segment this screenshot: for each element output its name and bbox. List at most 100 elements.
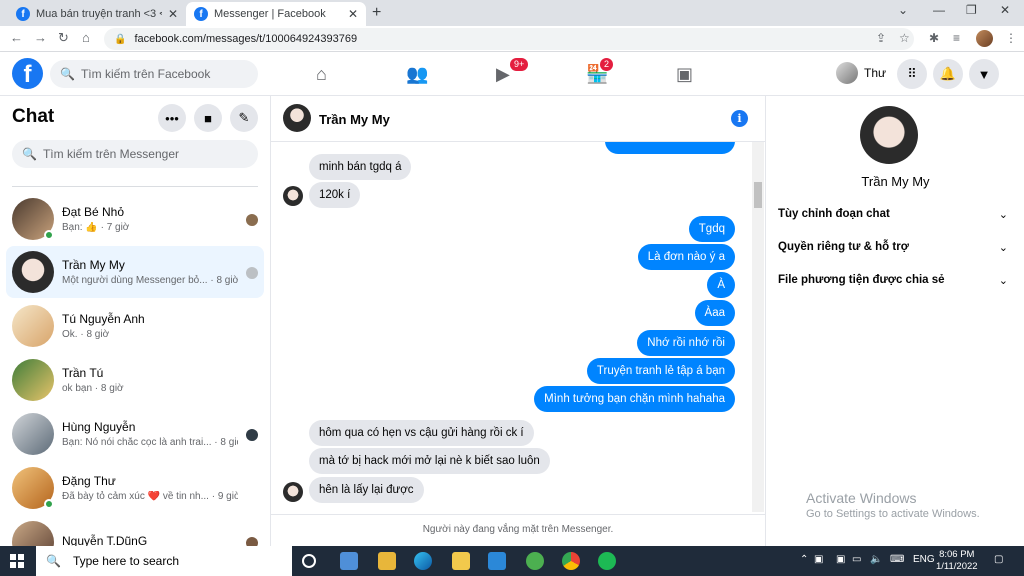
url-input[interactable]: 🔒 facebook.com/messages/t/10006492439376… xyxy=(104,28,914,50)
browser-tab-2[interactable]: f Messenger | Facebook ✕ xyxy=(186,2,366,26)
taskbar-search-input[interactable]: 🔍 Type here to search xyxy=(36,546,292,576)
contact-name[interactable]: Trần My My xyxy=(319,112,390,127)
back-icon[interactable]: ← xyxy=(10,30,23,45)
home-nav-icon[interactable]: ⌂ xyxy=(316,64,327,85)
avatar xyxy=(836,62,858,84)
volume-icon[interactable]: 🔈 xyxy=(870,554,882,565)
new-room-button[interactable]: ■ xyxy=(194,104,222,132)
file-explorer-icon[interactable] xyxy=(452,552,470,570)
section-customize-chat[interactable]: Tùy chỉnh đoạn chat ⌄ xyxy=(778,208,1008,221)
tray-app-icon[interactable]: ▣ xyxy=(836,554,845,565)
facebook-search-input[interactable]: 🔍 Tìm kiếm trên Facebook xyxy=(50,60,258,88)
menu-dots-icon[interactable]: ⋮ xyxy=(1005,31,1017,45)
home-icon[interactable]: ⌂ xyxy=(82,30,90,45)
tab-title: Mua bán truyện tranh <3 <3 <3 xyxy=(36,8,162,20)
menu-grid-button[interactable]: ⠿ xyxy=(897,59,927,89)
minimize-icon[interactable]: — xyxy=(933,3,945,17)
notifications-button[interactable]: 🔔 xyxy=(933,59,963,89)
conversation-item[interactable]: Đạt Bé Nhỏ Bạn: 👍 · 7 giờ xyxy=(6,193,264,245)
edge-icon[interactable] xyxy=(414,552,432,570)
reading-list-icon[interactable]: ≡ xyxy=(953,31,960,45)
conversation-item[interactable]: Trần Tú ok bạn · 8 giờ xyxy=(6,354,264,406)
avatar xyxy=(12,251,54,293)
search-icon: 🔍 xyxy=(60,67,75,81)
app-icon[interactable] xyxy=(526,552,544,570)
avatar xyxy=(12,305,54,347)
section-label: Quyền riêng tư & hỗ trợ xyxy=(778,241,909,253)
seen-avatar xyxy=(246,429,258,441)
message-bubble: À xyxy=(707,272,735,298)
scrollbar[interactable] xyxy=(752,142,764,512)
date: 1/11/2022 xyxy=(936,561,978,572)
share-icon[interactable]: ⇪ xyxy=(876,31,886,45)
search-placeholder: Type here to search xyxy=(72,554,180,568)
tray-app-icon[interactable]: ▣ xyxy=(814,554,823,565)
watermark-title: Activate Windows xyxy=(806,490,917,506)
profile-avatar[interactable] xyxy=(976,30,993,47)
app-icon[interactable] xyxy=(378,552,396,570)
network-icon[interactable]: ▭ xyxy=(852,554,861,565)
conversation-name: Nguyễn T.DũnG xyxy=(62,533,148,547)
bookmark-star-icon[interactable]: ☆ xyxy=(899,31,910,45)
message-list: minh bán tgdq á 120k í Tgdq Là đơn nào ý… xyxy=(271,142,765,512)
new-tab-icon[interactable]: + xyxy=(372,4,381,22)
tray-chevron-icon[interactable]: ⌃ xyxy=(800,554,808,565)
conversation-header: Trần My My i xyxy=(271,96,765,142)
avatar xyxy=(283,186,303,206)
new-message-button[interactable]: ✎ xyxy=(230,104,258,132)
browser-tab-1[interactable]: f Mua bán truyện tranh <3 <3 <3 ✕ xyxy=(8,2,186,26)
info-icon[interactable]: i xyxy=(731,110,748,127)
avatar[interactable] xyxy=(283,104,311,132)
message-bubble: hên là lấy lại được xyxy=(309,477,424,503)
language-indicator[interactable]: ENG xyxy=(913,554,935,565)
store-icon[interactable] xyxy=(488,552,506,570)
conversation-name: Hùng Nguyễn xyxy=(62,420,136,434)
chevron-down-icon: ⌄ xyxy=(998,242,1008,254)
facebook-header: f 🔍 Tìm kiếm trên Facebook ⌂ 👥 ▶ 9+ 🏪 2 … xyxy=(0,52,1024,96)
conversation-name: Trần Tú xyxy=(62,366,104,380)
conversation-preview: Bạn: 👍 · 7 giờ xyxy=(62,222,130,233)
message-bubble: Mình tưởng bạn chặn mình hahaha xyxy=(534,386,735,412)
online-indicator xyxy=(44,230,54,240)
messenger-search-input[interactable]: 🔍 Tìm kiếm trên Messenger xyxy=(12,140,258,168)
watch-badge: 9+ xyxy=(510,58,529,71)
avatar xyxy=(12,521,54,546)
avatar[interactable] xyxy=(860,106,918,164)
close-tab-icon[interactable]: ✕ xyxy=(348,7,358,21)
message-bubble: Àaa xyxy=(694,300,735,326)
conversation-item[interactable]: Trần My My Một người dùng Messenger bỏ...… xyxy=(6,246,264,298)
task-view-icon[interactable] xyxy=(302,554,316,568)
reload-icon[interactable]: ↻ xyxy=(58,30,69,46)
message-bubble: minh bán tgdq á xyxy=(309,154,412,180)
close-tab-icon[interactable]: ✕ xyxy=(168,7,178,21)
profile-button[interactable]: Thư xyxy=(836,62,886,84)
conversation-item[interactable]: Tú Nguyễn Anh Ok. · 8 giờ xyxy=(6,300,264,352)
extensions-icon[interactable]: ✱ xyxy=(929,31,939,45)
account-button[interactable]: ▼ xyxy=(969,59,999,89)
conversation-item[interactable]: Nguyễn T.DũnG xyxy=(6,516,264,546)
windows-start-icon[interactable] xyxy=(10,554,24,568)
section-shared-media[interactable]: File phương tiện được chia sẻ ⌄ xyxy=(778,274,1008,287)
tab-search-icon[interactable]: ⌄ xyxy=(898,3,908,17)
section-privacy-support[interactable]: Quyền riêng tư & hỗ trợ ⌄ xyxy=(778,241,1008,254)
gaming-nav-icon[interactable]: ▣ xyxy=(676,64,693,85)
browser-tab-strip: f Mua bán truyện tranh <3 <3 <3 ✕ f Mess… xyxy=(0,0,1024,26)
notification-icon[interactable]: ▢ xyxy=(994,554,1003,565)
conversation-item[interactable]: Đặng Thư Đã bày tỏ cảm xúc ❤️ về tin nh..… xyxy=(6,462,264,514)
lock-icon: 🔒 xyxy=(114,33,127,45)
clock[interactable]: 8:06 PM 1/11/2022 xyxy=(936,549,978,573)
maximize-icon[interactable]: ❐ xyxy=(966,3,977,17)
scrollbar-thumb[interactable] xyxy=(754,182,762,208)
forward-icon[interactable]: → xyxy=(34,30,47,45)
conversation-item[interactable]: Hùng Nguyễn Bạn: Nó nói chắc cọc là anh t… xyxy=(6,408,264,460)
mail-icon[interactable] xyxy=(340,552,358,570)
close-window-icon[interactable]: ✕ xyxy=(1000,3,1010,17)
chrome-icon[interactable] xyxy=(562,552,580,570)
watch-nav-icon[interactable]: ▶ xyxy=(496,64,510,85)
spotify-icon[interactable] xyxy=(598,552,616,570)
friends-nav-icon[interactable]: 👥 xyxy=(406,64,428,85)
keyboard-icon[interactable]: ⌨ xyxy=(890,554,904,565)
facebook-logo-icon[interactable]: f xyxy=(12,58,43,89)
options-button[interactable]: ••• xyxy=(158,104,186,132)
seen-avatar xyxy=(246,537,258,546)
